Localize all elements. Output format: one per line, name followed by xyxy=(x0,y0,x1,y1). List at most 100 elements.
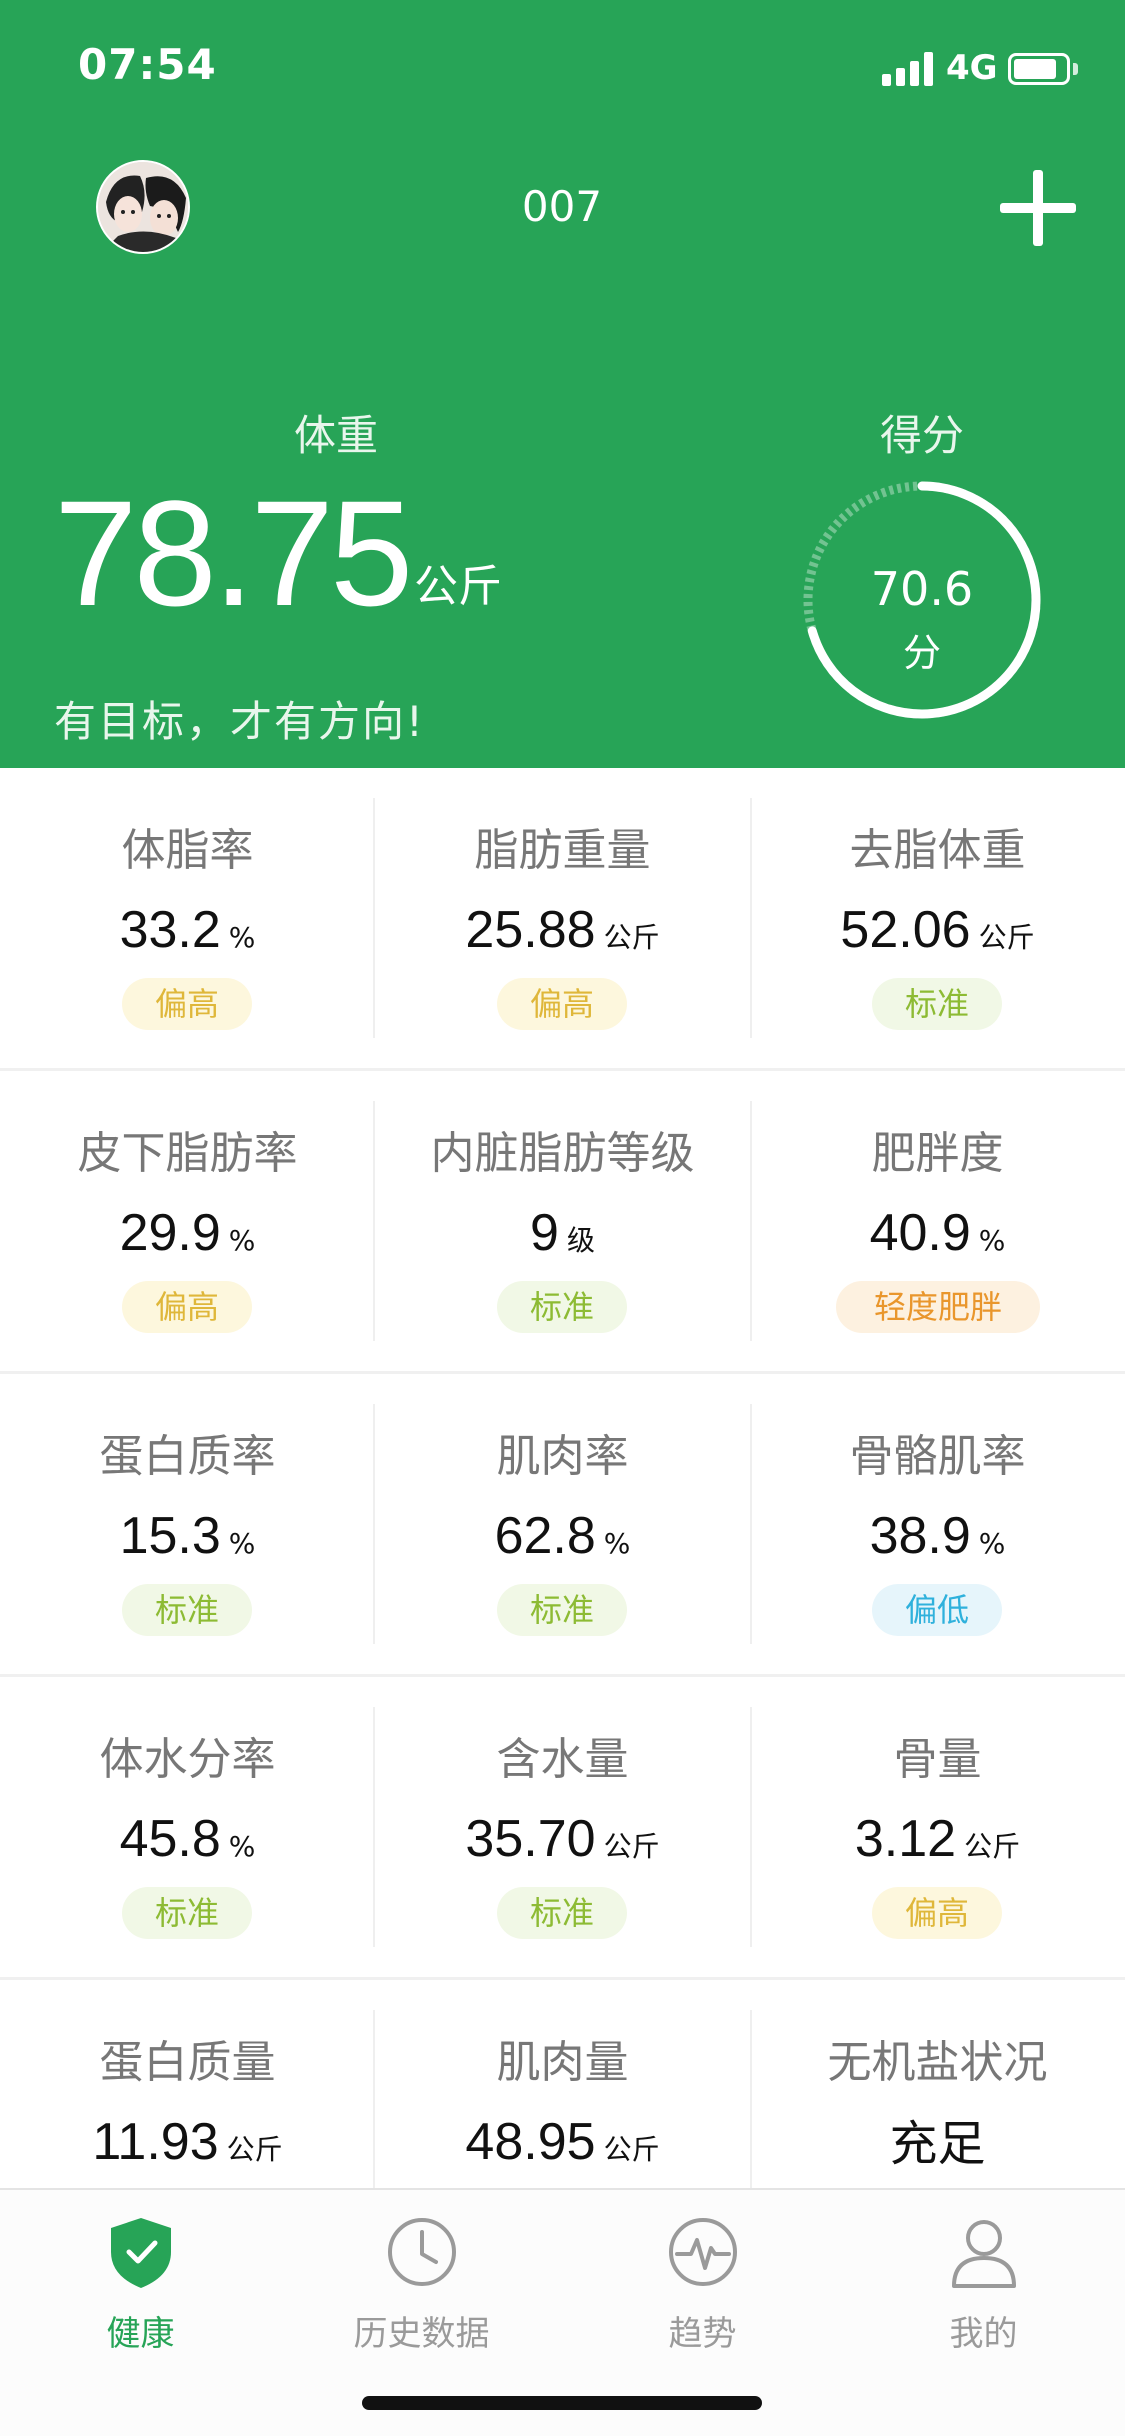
score-unit: 分 xyxy=(902,631,941,675)
metric-unit: % xyxy=(603,1527,631,1560)
metric-lean-body-weight[interactable]: 去脂体重 52.06 公斤 标准 xyxy=(750,768,1125,1071)
status-badge: 偏低 xyxy=(872,1584,1002,1636)
status-badge: 标准 xyxy=(497,1887,627,1939)
pulse-icon xyxy=(669,2218,737,2286)
metric-unit: 公斤 xyxy=(603,921,660,954)
status-badge: 偏高 xyxy=(872,1887,1002,1939)
metric-label: 肥胖度 xyxy=(871,1128,1004,1179)
metric-visceral-fat-level[interactable]: 内脏脂肪等级 9级 标准 xyxy=(375,1071,750,1374)
tab-history[interactable]: 历史数据 xyxy=(281,2200,562,2360)
status-badge: 标准 xyxy=(497,1281,627,1333)
status-badge: 标准 xyxy=(122,1887,252,1939)
metric-value: 11.93 xyxy=(92,2113,219,2171)
metric-value: 充足 xyxy=(889,2116,986,2172)
metric-unit: % xyxy=(978,1224,1006,1257)
home-indicator xyxy=(362,2396,762,2410)
metric-skeletal-muscle-rate[interactable]: 骨骼肌率 38.9% 偏低 xyxy=(750,1374,1125,1677)
battery-tip xyxy=(1073,63,1078,75)
metric-value: 35.70 xyxy=(465,1810,596,1868)
metric-value: 25.88 xyxy=(465,901,596,959)
weight-label: 体重 xyxy=(293,411,378,460)
metric-unit: 公斤 xyxy=(603,1830,660,1863)
status-bar: 07:54 4G xyxy=(0,0,1125,130)
metric-unit: 公斤 xyxy=(603,2133,660,2166)
metric-label: 骨骼肌率 xyxy=(849,1431,1026,1482)
metric-value: 45.8 xyxy=(119,1810,221,1868)
metric-label: 皮下脂肪率 xyxy=(77,1128,298,1179)
weight-unit: 公斤 xyxy=(414,561,502,612)
metric-protein-mass[interactable]: 蛋白质量 11.93 公斤 xyxy=(0,1980,375,2188)
slogan: 有目标，才有方向! xyxy=(54,697,425,746)
metric-label: 体脂率 xyxy=(121,825,254,876)
status-badge: 轻度肥胖 xyxy=(836,1281,1040,1333)
tab-trend[interactable]: 趋势 xyxy=(562,2200,843,2360)
metric-label: 含水量 xyxy=(496,1734,629,1785)
metric-value: 15.3 xyxy=(119,1507,221,1565)
metric-unit: % xyxy=(228,1224,256,1257)
status-badge: 标准 xyxy=(497,1584,627,1636)
metrics-row: 体脂率 33.2% 偏高 脂肪重量 25.88 公斤 偏高 去脂体重 52.06 公… xyxy=(0,768,1125,1071)
battery-icon xyxy=(1008,53,1070,85)
user-name[interactable]: 007 xyxy=(462,182,662,231)
metric-unit: 公斤 xyxy=(978,921,1035,954)
metric-mineral-status[interactable]: 无机盐状况 充足 xyxy=(750,1980,1125,2188)
score-label: 得分 xyxy=(879,411,964,460)
metric-label: 骨量 xyxy=(893,1734,982,1785)
metric-bone-mass[interactable]: 骨量 3.12 公斤 偏高 xyxy=(750,1677,1125,1980)
metric-water-content[interactable]: 含水量 35.70 公斤 标准 xyxy=(375,1677,750,1980)
signal-icon xyxy=(882,52,936,86)
metric-body-water-rate[interactable]: 体水分率 45.8% 标准 xyxy=(0,1677,375,1980)
metric-muscle-rate[interactable]: 肌肉率 62.8% 标准 xyxy=(375,1374,750,1677)
avatar[interactable] xyxy=(96,160,190,254)
metric-label: 蛋白质量 xyxy=(99,2037,276,2088)
metrics-row: 蛋白质率 15.3% 标准 肌肉率 62.8% 标准 骨骼肌率 38.9% 偏低 xyxy=(0,1374,1125,1677)
metrics-row: 蛋白质量 11.93 公斤 肌肉量 48.95 公斤 无机盐状况 充足 xyxy=(0,1980,1125,2188)
tab-label: 健康 xyxy=(106,2314,175,2354)
tab-mine[interactable]: 我的 xyxy=(843,2200,1124,2360)
status-time: 07:54 xyxy=(78,40,217,89)
metric-protein-rate[interactable]: 蛋白质率 15.3% 标准 xyxy=(0,1374,375,1677)
metrics-row: 体水分率 45.8% 标准 含水量 35.70 公斤 标准 骨量 3.12 公斤 偏… xyxy=(0,1677,1125,1980)
status-badge: 偏高 xyxy=(122,978,252,1030)
metric-value: 38.9 xyxy=(869,1507,971,1565)
tab-label: 趋势 xyxy=(668,2314,737,2354)
weight-value: 78.75 xyxy=(54,469,413,637)
metric-body-fat-rate[interactable]: 体脂率 33.2% 偏高 xyxy=(0,768,375,1071)
metric-value: 52.06 xyxy=(840,901,971,959)
metric-value: 40.9 xyxy=(869,1204,971,1262)
metric-value: 62.8 xyxy=(494,1507,596,1565)
metric-unit: 级 xyxy=(566,1224,595,1257)
metric-fat-weight[interactable]: 脂肪重量 25.88 公斤 偏高 xyxy=(375,768,750,1071)
add-button[interactable] xyxy=(1000,170,1076,246)
metric-label: 肌肉量 xyxy=(496,2037,629,2088)
status-badge: 偏高 xyxy=(122,1281,252,1333)
metrics-row: 皮下脂肪率 29.9% 偏高 内脏脂肪等级 9级 标准 肥胖度 40.9% 轻度… xyxy=(0,1071,1125,1374)
tab-health[interactable]: 健康 xyxy=(0,2200,281,2360)
metric-value: 48.95 xyxy=(465,2113,596,2171)
metric-value: 33.2 xyxy=(119,901,221,959)
metric-label: 体水分率 xyxy=(99,1734,276,1785)
status-badge: 标准 xyxy=(122,1584,252,1636)
metric-unit: % xyxy=(228,921,256,954)
metric-unit: 公斤 xyxy=(964,1830,1021,1863)
clock-icon xyxy=(388,2218,456,2286)
user-icon xyxy=(952,2220,1016,2288)
network-type: 4G xyxy=(946,48,998,88)
metric-label: 蛋白质率 xyxy=(99,1431,276,1482)
metric-muscle-mass[interactable]: 肌肉量 48.95 公斤 xyxy=(375,1980,750,2188)
metric-unit: 公斤 xyxy=(226,2133,283,2166)
tab-label: 历史数据 xyxy=(353,2314,490,2354)
shield-check-icon xyxy=(111,2218,171,2288)
tab-label: 我的 xyxy=(949,2314,1018,2354)
metric-label: 脂肪重量 xyxy=(474,825,651,876)
metric-label: 去脂体重 xyxy=(849,825,1026,876)
metric-obesity-degree[interactable]: 肥胖度 40.9% 轻度肥胖 xyxy=(750,1071,1125,1374)
score-value: 70.6 xyxy=(870,562,974,616)
metric-value: 3.12 xyxy=(854,1810,957,1868)
metric-unit: % xyxy=(978,1527,1006,1560)
metrics-grid: 体脂率 33.2% 偏高 脂肪重量 25.88 公斤 偏高 去脂体重 52.06 公… xyxy=(0,768,1125,2188)
metric-value: 9 xyxy=(530,1204,559,1262)
metric-unit: % xyxy=(228,1830,256,1863)
metric-subcutaneous-fat-rate[interactable]: 皮下脂肪率 29.9% 偏高 xyxy=(0,1071,375,1374)
metric-label: 内脏脂肪等级 xyxy=(430,1128,695,1179)
